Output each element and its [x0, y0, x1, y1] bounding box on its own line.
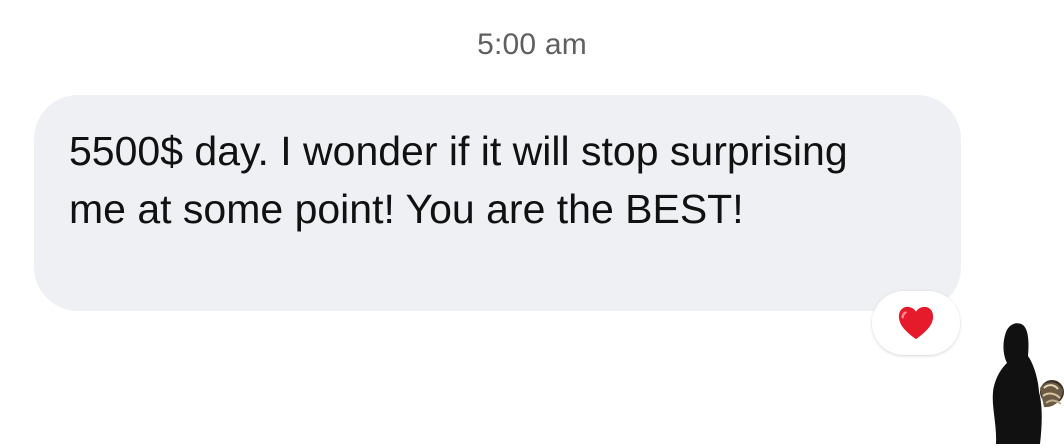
profile-silhouette-icon	[992, 323, 1064, 444]
heart-icon	[898, 306, 934, 340]
heart-reaction[interactable]	[872, 291, 960, 355]
incoming-message-bubble[interactable]: 5500$ day. I wonder if it will stop surp…	[34, 95, 961, 311]
message-timestamp: 5:00 am	[477, 28, 587, 61]
message-text: 5500$ day. I wonder if it will stop surp…	[69, 128, 848, 232]
sender-avatar	[972, 320, 1064, 448]
